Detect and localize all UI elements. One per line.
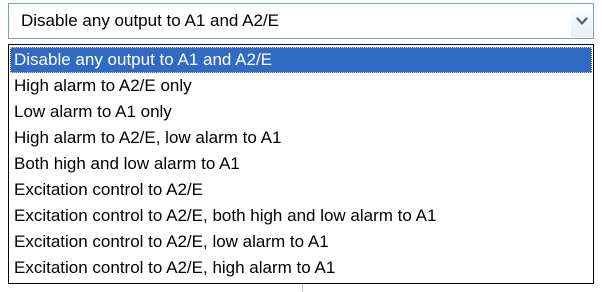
dropdown-option-excitation-high-alarm-a1[interactable]: Excitation control to A2/E, high alarm t…	[9, 255, 593, 281]
output-config-stage: Disable any output to A1 and A2/E Disabl…	[0, 0, 602, 292]
dropdown-toggle-button[interactable]	[571, 5, 592, 37]
dropdown-option-high-a2e-low-a1[interactable]: High alarm to A2/E, low alarm to A1	[9, 125, 593, 151]
dropdown-option-excitation-low-alarm-a1[interactable]: Excitation control to A2/E, low alarm to…	[9, 229, 593, 255]
dropdown-option-excitation-a2e[interactable]: Excitation control to A2/E	[9, 177, 593, 203]
dropdown-option-low-alarm-a1-only[interactable]: Low alarm to A1 only	[9, 99, 593, 125]
chevron-down-icon	[575, 16, 588, 26]
output-mode-dropdown-list[interactable]: Disable any output to A1 and A2/E High a…	[8, 44, 594, 284]
background-divider	[302, 284, 303, 292]
output-mode-combobox[interactable]: Disable any output to A1 and A2/E	[8, 3, 594, 39]
background-panel-edge	[8, 284, 594, 292]
dropdown-option-excitation-both-alarms-a1[interactable]: Excitation control to A2/E, both high an…	[9, 203, 593, 229]
dropdown-option-disable-output[interactable]: Disable any output to A1 and A2/E	[10, 47, 592, 73]
dropdown-option-high-alarm-a2e-only[interactable]: High alarm to A2/E only	[9, 73, 593, 99]
dropdown-option-both-alarms-a1[interactable]: Both high and low alarm to A1	[9, 151, 593, 177]
combo-selected-value: Disable any output to A1 and A2/E	[21, 11, 280, 30]
